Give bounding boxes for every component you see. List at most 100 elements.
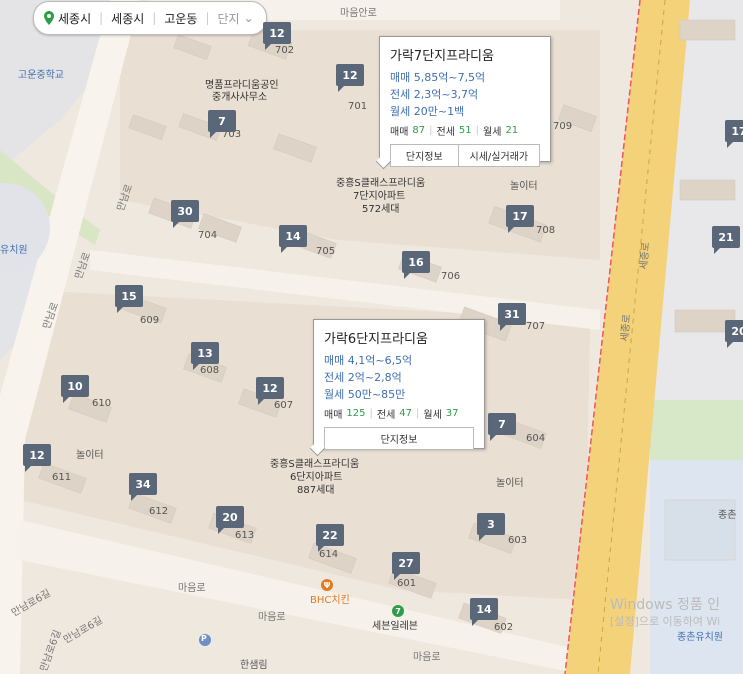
road-label: 마음로 bbox=[258, 612, 286, 623]
jeonse-label: 전세 bbox=[376, 410, 396, 421]
building-number: 603 bbox=[508, 535, 528, 546]
listing-count-marker[interactable]: 13 bbox=[191, 342, 219, 370]
breadcrumb-complex[interactable]: 단지 bbox=[218, 10, 240, 27]
kindergarten-label: 유치원 bbox=[0, 245, 28, 256]
complex-info-button[interactable]: 단지정보 bbox=[324, 427, 474, 450]
sale-label: 매매 bbox=[390, 127, 409, 138]
road-label: 세종로 bbox=[619, 313, 633, 343]
monthly-label: 월세 bbox=[483, 127, 502, 138]
listing-count-marker[interactable]: 3 bbox=[477, 513, 505, 541]
jeonse-count: 47 bbox=[399, 408, 413, 419]
sale-count: 125 bbox=[346, 408, 366, 419]
location-pin-icon bbox=[44, 11, 54, 25]
sale-label: 매매 bbox=[324, 410, 343, 421]
listing-count-marker[interactable]: 12 bbox=[336, 64, 364, 92]
popup-title[interactable]: 가락6단지프라디움 bbox=[324, 328, 474, 347]
listing-count-marker[interactable]: 14 bbox=[470, 598, 498, 626]
windows-activation-watermark-sub: [설정]으로 이동하여 Wi bbox=[610, 615, 721, 628]
breadcrumb-separator: | bbox=[205, 11, 210, 25]
popup-title[interactable]: 가락7단지프라디움 bbox=[390, 45, 540, 64]
playground-label: 놀이터 bbox=[510, 181, 538, 192]
complex-label: 중흥S클래스프라디움 bbox=[270, 459, 360, 470]
breadcrumb-district[interactable]: 세종시 bbox=[111, 10, 144, 27]
road-label: 마음로 bbox=[178, 583, 206, 594]
sale-price-range: 매매 4,1억~6,5억 bbox=[324, 354, 413, 367]
jeonse-label: 전세 bbox=[436, 127, 455, 138]
building-number: 612 bbox=[149, 506, 169, 517]
listing-count-marker[interactable]: 20 bbox=[725, 320, 743, 348]
monthly-price-range: 월세 20만~1백 bbox=[390, 105, 465, 118]
restaurant-icon: Ψ bbox=[321, 579, 333, 591]
sale-price-range: 매매 5,85억~7,5억 bbox=[390, 71, 486, 84]
listing-stats: 매매 125 | 전세 47 | 월세 37 bbox=[324, 408, 459, 421]
monthly-count: 37 bbox=[445, 408, 459, 419]
listing-count-marker[interactable]: 20 bbox=[216, 506, 244, 534]
sale-count: 87 bbox=[412, 125, 426, 136]
building-number: 604 bbox=[526, 433, 546, 444]
complex-label: 887세대 bbox=[297, 485, 335, 496]
map-canvas[interactable]: 세종시 | 세종시 | 고운동 | 단지 ⌄ 고운중학교 유치원 명품프라디움공… bbox=[0, 0, 743, 674]
poi-label: 세븐일레븐 bbox=[372, 621, 418, 632]
listing-count-marker[interactable]: 14 bbox=[279, 225, 307, 253]
listing-count-marker[interactable]: 31 bbox=[498, 303, 526, 331]
building-number: 709 bbox=[553, 121, 573, 132]
windows-activation-watermark: Windows 정품 인 bbox=[610, 597, 721, 613]
realtor-label-2: 중개사사무소 bbox=[212, 92, 268, 103]
listing-count-marker[interactable]: 10 bbox=[61, 375, 89, 403]
jeonse-count: 51 bbox=[458, 125, 472, 136]
building-number: 611 bbox=[52, 472, 72, 483]
listing-count-marker[interactable]: 12 bbox=[256, 377, 284, 405]
chevron-down-icon[interactable]: ⌄ bbox=[244, 11, 254, 25]
listing-count-marker[interactable]: 12 bbox=[263, 22, 291, 50]
listing-count-marker[interactable]: 34 bbox=[129, 473, 157, 501]
school-label: 고운중학교 bbox=[18, 70, 64, 81]
building-number: 704 bbox=[198, 230, 218, 241]
listing-count-marker[interactable]: 22 bbox=[316, 524, 344, 552]
complex-info-button[interactable]: 단지정보 bbox=[390, 144, 459, 167]
listing-count-marker[interactable]: 21 bbox=[712, 226, 740, 254]
popup-buttons: 단지정보 시세/실거래가 bbox=[390, 144, 540, 167]
poi-label: BHC치킨 bbox=[310, 595, 350, 606]
complex-info-popup[interactable]: 가락6단지프라디움 매매 4,1억~6,5억 전세 2억~2,8억 월세 50만… bbox=[313, 319, 485, 450]
complex-label: 7단지아파트 bbox=[353, 191, 406, 202]
listing-count-marker[interactable]: 15 bbox=[115, 285, 143, 313]
listing-count-marker[interactable]: 7 bbox=[208, 110, 236, 138]
building-number: 607 bbox=[274, 400, 294, 411]
listing-count-marker[interactable]: 7 bbox=[488, 413, 516, 441]
breadcrumb-separator: | bbox=[152, 11, 157, 25]
road-label: 마음로 bbox=[413, 652, 441, 663]
playground-label: 놀이터 bbox=[496, 478, 524, 489]
listing-count-marker[interactable]: 17 bbox=[725, 120, 743, 148]
convenience-store-icon: 7 bbox=[392, 605, 404, 617]
kindergarten-label: 종촌유치원 bbox=[677, 632, 723, 643]
price-history-button[interactable]: 시세/실거래가 bbox=[458, 144, 540, 167]
listing-count-marker[interactable]: 16 bbox=[402, 251, 430, 279]
road-label: 세종로 bbox=[638, 241, 652, 271]
building-number: 707 bbox=[526, 321, 546, 332]
monthly-label: 월세 bbox=[423, 410, 442, 421]
building-number: 705 bbox=[316, 246, 336, 257]
building-number: 602 bbox=[494, 622, 514, 633]
listing-count-marker[interactable]: 30 bbox=[171, 200, 199, 228]
location-breadcrumb[interactable]: 세종시 | 세종시 | 고운동 | 단지 ⌄ bbox=[33, 1, 267, 35]
area-label: 종촌 bbox=[718, 510, 737, 521]
listing-count-marker[interactable]: 12 bbox=[23, 444, 51, 472]
monthly-price-range: 월세 50만~85만 bbox=[324, 388, 406, 401]
listing-stats: 매매 87 | 전세 51 | 월세 21 bbox=[390, 125, 519, 138]
building-number: 608 bbox=[200, 365, 220, 376]
monthly-count: 21 bbox=[505, 125, 519, 136]
building-number: 613 bbox=[235, 530, 255, 541]
building-number: 708 bbox=[536, 225, 556, 236]
complex-label: 572세대 bbox=[362, 204, 400, 215]
building-number: 702 bbox=[275, 45, 295, 56]
breadcrumb-dong[interactable]: 고운동 bbox=[164, 10, 197, 27]
complex-info-popup[interactable]: 가락7단지프라디움 매매 5,85억~7,5억 전세 2,3억~3,7억 월세 … bbox=[379, 36, 551, 167]
building-number: 701 bbox=[348, 101, 368, 112]
building-number: 706 bbox=[441, 271, 461, 282]
listing-count-marker[interactable]: 17 bbox=[506, 205, 534, 233]
realtor-label: 명품프라디움공인 bbox=[205, 80, 279, 91]
breadcrumb-city[interactable]: 세종시 bbox=[58, 10, 91, 27]
complex-label: 6단지아파트 bbox=[290, 472, 343, 483]
parking-icon: P bbox=[201, 634, 207, 643]
listing-count-marker[interactable]: 27 bbox=[392, 552, 420, 580]
